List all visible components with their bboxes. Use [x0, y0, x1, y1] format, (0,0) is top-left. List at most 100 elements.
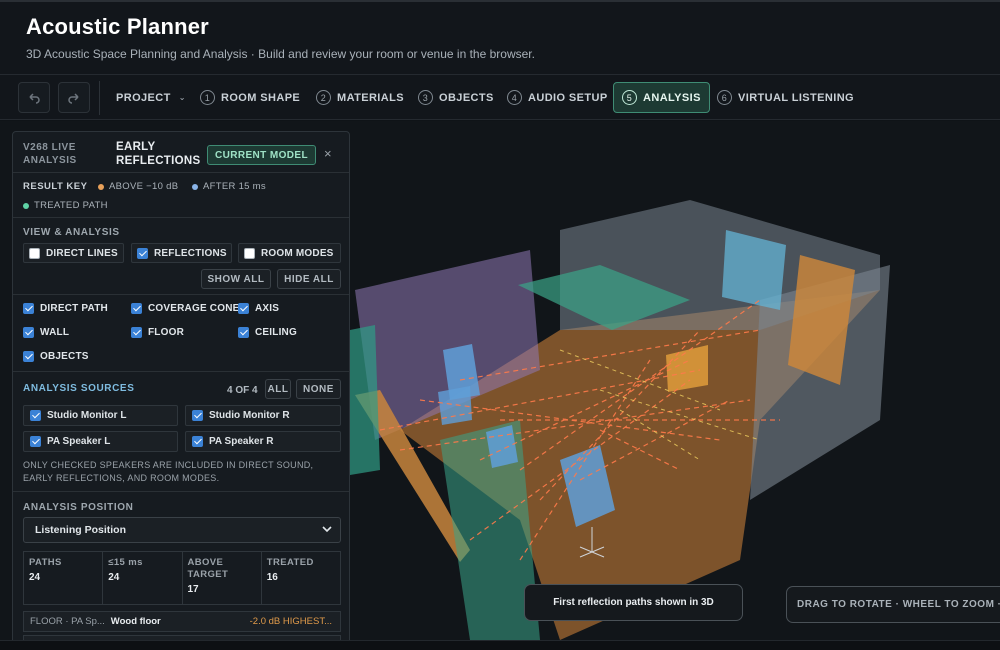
layer-axis[interactable]: AXIS [238, 303, 279, 314]
stat-paths: PATHS 24 [24, 552, 104, 604]
tab-objects[interactable]: 3 OBJECTS [410, 82, 502, 113]
stats-grid: PATHS 24 ≤15 ms 24 ABOVE TARGET 17 TREAT… [23, 551, 341, 605]
layer-wall[interactable]: WALL [23, 327, 69, 338]
green-dot-icon [23, 202, 29, 209]
app-title: Acoustic Planner [26, 14, 209, 39]
tab-materials[interactable]: 2 MATERIALS [308, 82, 412, 113]
source-pa-speaker-r[interactable]: PA Speaker R [185, 431, 341, 452]
layer-label: OBJECTS [40, 351, 89, 362]
close-icon[interactable]: × [324, 146, 332, 161]
stat-value: 16 [266, 572, 278, 583]
checkbox-checked-icon [131, 327, 142, 338]
analysis-panel: V268 LIVE ANALYSIS EARLY REFLECTIONS CUR… [12, 131, 350, 650]
panel-kicker: V268 LIVE ANALYSIS [23, 142, 77, 166]
key-item-label: AFTER 15 ms [203, 181, 266, 192]
project-menu-label: PROJECT [116, 91, 171, 104]
mode-label: ROOM MODES [261, 247, 334, 259]
info-toast: First reflection paths shown in 3D [524, 584, 743, 621]
tab-analysis[interactable]: 5 ANALYSIS [613, 82, 710, 113]
tab-label: AUDIO SETUP [528, 91, 608, 104]
source-pa-speaker-l[interactable]: PA Speaker L [23, 431, 178, 452]
blue-dot-icon [192, 183, 198, 190]
tab-virtual-listening[interactable]: 6 VIRTUAL LISTENING [709, 82, 862, 113]
source-studio-monitor-l[interactable]: Studio Monitor L [23, 405, 178, 426]
divider [13, 371, 349, 372]
checkbox-checked-icon [192, 436, 203, 447]
checkbox-icon [29, 247, 40, 259]
mode-label: REFLECTIONS [154, 247, 227, 259]
layer-label: COVERAGE CONE [148, 303, 240, 314]
mode-direct-lines[interactable]: DIRECT LINES [23, 243, 124, 263]
undo-button[interactable] [18, 82, 50, 113]
redo-icon [68, 92, 79, 104]
reflection-result-row[interactable]: FLOOR · PA Sp... Wood floor -2.0 dB HIGH… [23, 611, 341, 632]
key-item-label: TREATED PATH [34, 200, 108, 211]
layer-label: WALL [40, 327, 70, 338]
tab-label: MATERIALS [337, 91, 404, 104]
step-number: 3 [418, 90, 433, 105]
select-none-sources-button[interactable]: NONE [296, 379, 341, 399]
tab-room-shape[interactable]: 1 ROOM SHAPE [192, 82, 308, 113]
source-label: PA Speaker R [209, 436, 274, 447]
step-number: 2 [316, 90, 331, 105]
source-label: Studio Monitor L [47, 410, 127, 421]
checkbox-checked-icon [30, 410, 41, 421]
project-menu[interactable]: PROJECT ⌄ [108, 82, 194, 113]
mode-label: DIRECT LINES [46, 247, 118, 259]
checkbox-checked-icon [137, 247, 148, 259]
bottom-strip [0, 640, 1000, 650]
chevron-down-icon [322, 526, 332, 533]
stat-value: 24 [108, 572, 120, 583]
tab-label: VIRTUAL LISTENING [738, 91, 854, 104]
divider [13, 172, 349, 173]
step-number: 5 [622, 90, 637, 105]
step-toolbar: PROJECT ⌄ 1 ROOM SHAPE 2 MATERIALS 3 OBJ… [0, 74, 1000, 120]
result-surface: Wood floor [110, 616, 161, 627]
tab-audio-setup[interactable]: 4 AUDIO SETUP [499, 82, 616, 113]
view-analysis-label: VIEW & ANALYSIS [23, 227, 120, 238]
redo-button[interactable] [58, 82, 90, 113]
layer-direct-path[interactable]: DIRECT PATH [23, 303, 108, 314]
chevron-down-icon: ⌄ [178, 93, 186, 102]
current-model-badge[interactable]: CURRENT MODEL [207, 145, 316, 165]
checkbox-checked-icon [23, 327, 34, 338]
show-all-button[interactable]: SHOW ALL [201, 269, 271, 289]
app-header: Acoustic Planner 3D Acoustic Space Plann… [0, 0, 1000, 74]
layer-coverage-cone[interactable]: COVERAGE CONE [131, 303, 240, 314]
source-label: Studio Monitor R [209, 410, 290, 421]
step-number: 6 [717, 90, 732, 105]
tab-label: ROOM SHAPE [221, 91, 301, 104]
select-all-sources-button[interactable]: ALL [265, 379, 291, 399]
analysis-position-select[interactable]: Listening Position [23, 517, 341, 543]
toolbar-divider [99, 81, 100, 115]
stat-label: PATHS [29, 557, 62, 568]
stat-within-15ms: ≤15 ms 24 [103, 552, 183, 604]
mode-reflections[interactable]: REFLECTIONS [131, 243, 232, 263]
key-item-label: ABOVE −10 dB [109, 181, 179, 192]
result-source: FLOOR · PA Sp... [30, 616, 105, 627]
checkbox-checked-icon [192, 410, 203, 421]
mode-room-modes[interactable]: ROOM MODES [238, 243, 341, 263]
source-label: PA Speaker L [47, 436, 111, 447]
hide-all-button[interactable]: HIDE ALL [277, 269, 341, 289]
layer-ceiling[interactable]: CEILING [238, 327, 297, 338]
source-studio-monitor-r[interactable]: Studio Monitor R [185, 405, 341, 426]
analysis-position-label: ANALYSIS POSITION [23, 502, 134, 513]
stat-label: TREATED [266, 557, 314, 568]
layer-floor[interactable]: FLOOR [131, 327, 184, 338]
key-item-above: ABOVE −10 dB [98, 181, 178, 192]
layer-label: CEILING [255, 327, 297, 338]
orange-dot-icon [98, 183, 104, 190]
layer-label: AXIS [255, 303, 280, 314]
checkbox-checked-icon [30, 436, 41, 447]
stat-label: ABOVE TARGET [187, 557, 229, 580]
checkbox-checked-icon [23, 303, 34, 314]
layer-objects[interactable]: OBJECTS [23, 351, 89, 362]
side-wall-teal [350, 325, 380, 475]
studio-monitor-r [438, 386, 472, 425]
key-item-treated: TREATED PATH [23, 200, 108, 211]
divider [13, 294, 349, 295]
stat-value: 24 [29, 572, 41, 583]
result-key-label: RESULT KEY [23, 181, 88, 192]
result-level: -2.0 dB HIGHEST... [249, 616, 332, 627]
